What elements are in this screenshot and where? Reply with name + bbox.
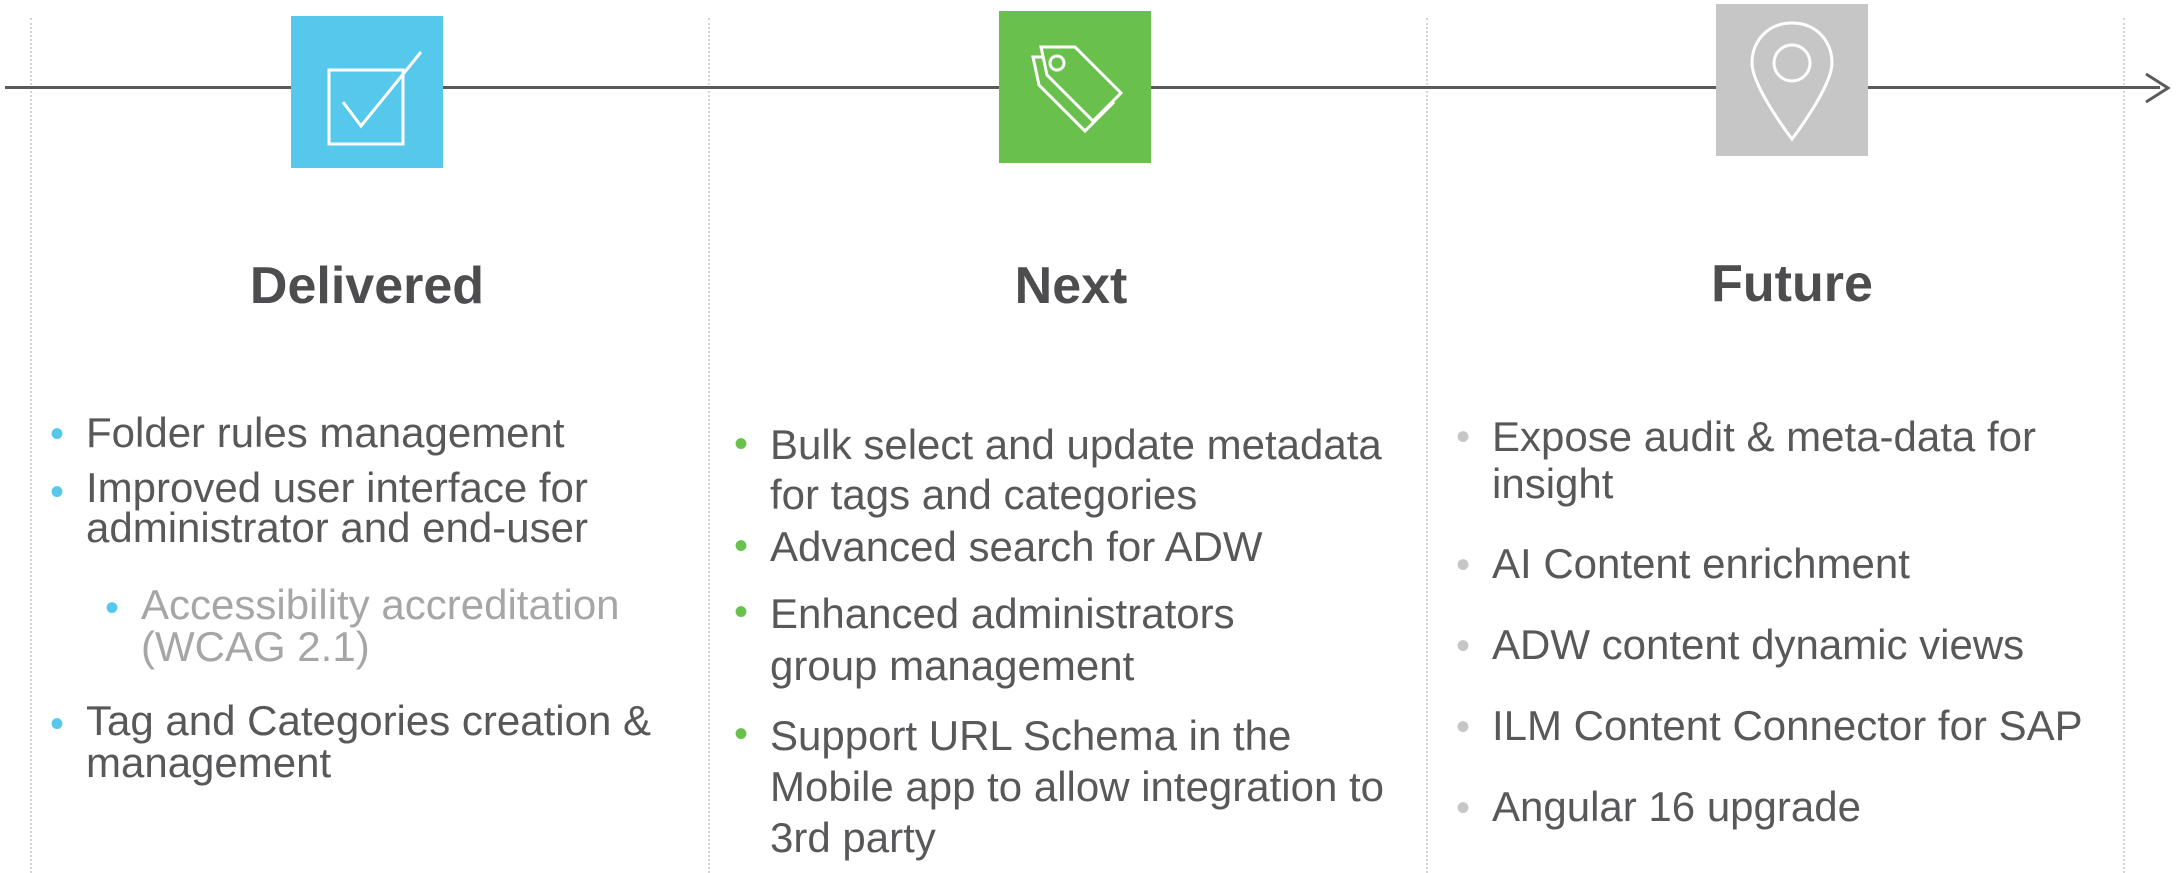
list-item: • Advanced search for ADW — [734, 523, 1263, 570]
column-divider — [708, 18, 710, 873]
list-item: • Tag and Categories creation & manageme… — [50, 697, 652, 786]
checkbox-icon — [327, 51, 423, 146]
list-item: • Angular 16 upgrade — [1456, 783, 1861, 830]
future-icon-box — [1716, 4, 1868, 156]
list-item-sub: • Accessibility accreditation (WCAG 2.1) — [105, 581, 620, 670]
delivered-list: • Folder rules management • Improved use… — [50, 409, 686, 786]
list-item: • AI Content enrichment — [1456, 540, 1910, 587]
list-item: • ILM Content Connector for SAP — [1456, 702, 2083, 749]
column-divider — [1426, 18, 1428, 873]
timeline-arrow-icon — [2145, 72, 2171, 104]
list-item: • ADW content dynamic views — [1456, 621, 2025, 668]
list-item: • Support URL Schema in the Mobile app t… — [734, 712, 1385, 861]
next-icon-box — [999, 11, 1151, 163]
heading-next: Next — [1014, 257, 1128, 315]
list-item: • Enhanced administrators group manageme… — [734, 590, 1235, 689]
heading-delivered: Delivered — [249, 257, 485, 315]
heading-future: Future — [1711, 255, 1873, 313]
list-item: • Improved user interface for administra… — [50, 464, 588, 551]
column-divider — [30, 18, 32, 873]
delivered-icon-box — [291, 16, 443, 168]
list-item: • Expose audit & meta-data for insight — [1456, 413, 2036, 507]
list-item: • Folder rules management — [50, 409, 565, 456]
next-list: • Bulk select and update metadata for ta… — [734, 420, 1410, 863]
future-list: • Expose audit & meta-data for insight •… — [1456, 413, 2132, 830]
map-pin-icon — [1750, 21, 1834, 142]
list-item: • Bulk select and update metadata for ta… — [734, 421, 1382, 518]
tags-icon — [1031, 45, 1124, 134]
